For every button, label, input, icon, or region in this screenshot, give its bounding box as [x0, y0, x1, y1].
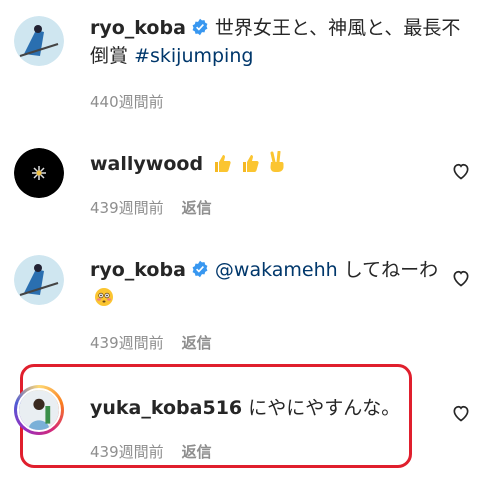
reply-button[interactable]: 返信 [182, 199, 212, 217]
hashtag-link[interactable]: #skijumping [134, 45, 253, 67]
comment-body: ryo_koba @wakamehh してねーわ [90, 256, 450, 312]
comment-text: にやにやすんな。 [248, 397, 401, 419]
like-heart-icon[interactable] [451, 161, 471, 181]
avatar[interactable] [14, 148, 64, 198]
username[interactable]: yuka_koba516 [90, 397, 242, 419]
reply-button[interactable]: 返信 [182, 443, 212, 461]
like-heart-icon[interactable] [451, 403, 471, 423]
verified-badge-icon [191, 18, 209, 36]
comment-meta: 439週間前 返信 [90, 198, 212, 218]
timestamp[interactable]: 439週間前 [90, 199, 164, 217]
mention-link[interactable]: @wakamehh [215, 259, 338, 281]
avatar[interactable] [14, 16, 64, 66]
avatar[interactable] [14, 255, 64, 305]
comment-body: ryo_koba 世界女王と、神風と、最長不倒賞 #skijumping [90, 14, 470, 70]
avatar[interactable] [14, 385, 64, 435]
timestamp[interactable]: 440週間前 [90, 93, 164, 111]
victory-hand-icon [269, 151, 285, 173]
username[interactable]: wallywood [90, 153, 203, 175]
comment-body: wallywood [90, 150, 285, 178]
flushed-face-icon [94, 287, 114, 307]
comment-meta: 439週間前 返信 [90, 333, 212, 353]
username[interactable]: ryo_koba [90, 259, 186, 281]
timestamp[interactable]: 439週間前 [90, 443, 164, 461]
reply-button[interactable]: 返信 [182, 334, 212, 352]
comment-text: してねーわ [343, 259, 439, 281]
comment-body: yuka_koba516 にやにやすんな。 [90, 394, 400, 422]
verified-badge-icon [191, 260, 209, 278]
timestamp[interactable]: 439週間前 [90, 334, 164, 352]
thumbs-up-icon [241, 153, 259, 173]
comment-meta: 440週間前 [90, 92, 164, 112]
thumbs-up-icon [213, 153, 231, 173]
username[interactable]: ryo_koba [90, 17, 186, 39]
comment-meta: 439週間前 返信 [90, 442, 212, 462]
like-heart-icon[interactable] [451, 268, 471, 288]
